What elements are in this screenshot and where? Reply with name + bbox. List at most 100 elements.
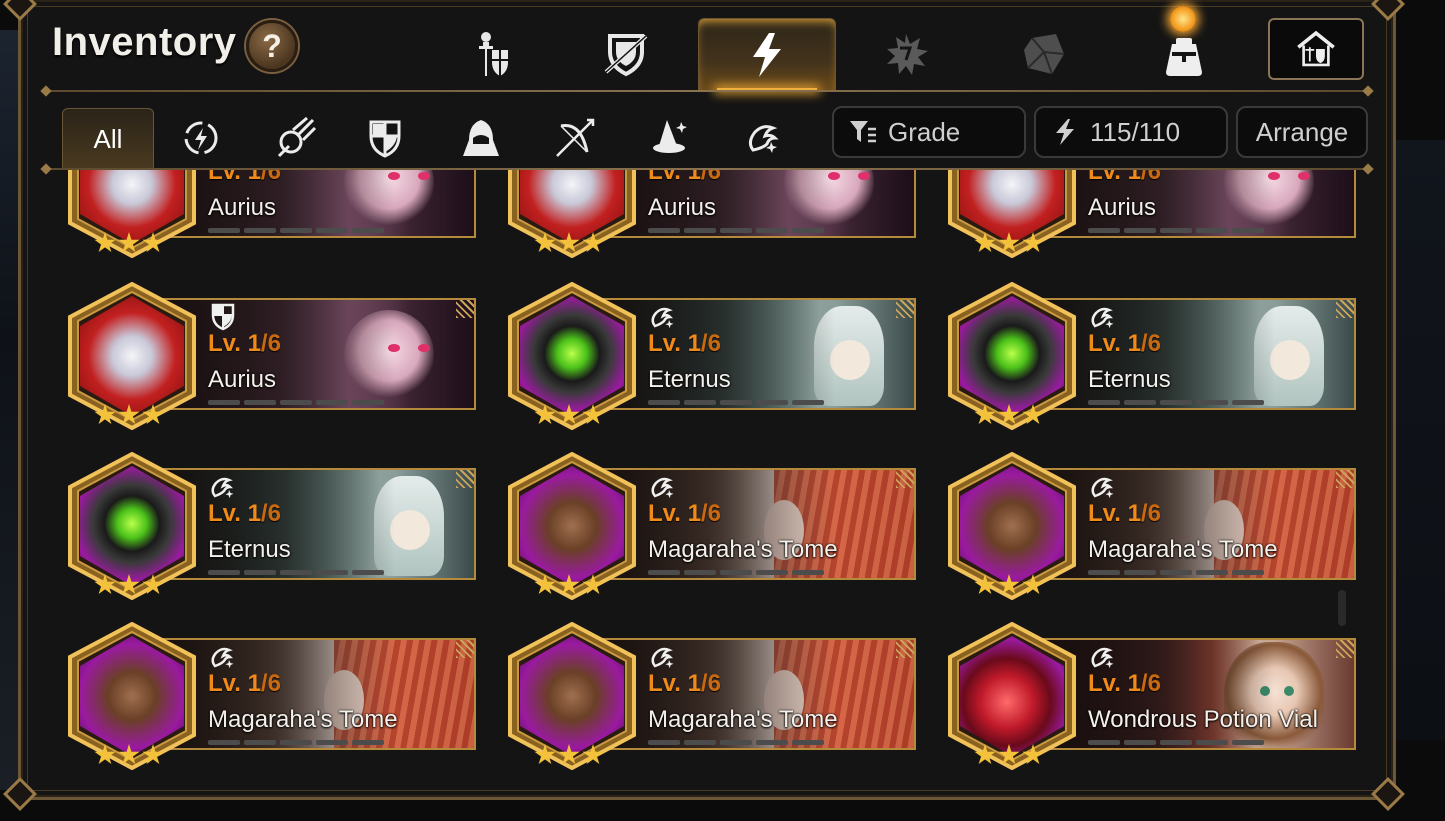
enhance-progress [208, 400, 384, 405]
star-icon [534, 232, 556, 253]
page-title: Inventory [52, 20, 237, 64]
corner-pattern [896, 640, 914, 658]
hand-sparkle-icon [208, 642, 238, 672]
grade-sort-button[interactable]: Grade [832, 106, 1026, 158]
filter-tab-wizard[interactable] [624, 108, 714, 168]
enhance-progress [648, 740, 824, 745]
level-max: /6 [700, 670, 721, 697]
filter-tab-meteor[interactable] [250, 108, 340, 168]
star-rating [974, 744, 1044, 766]
level-max: /6 [1140, 330, 1161, 357]
artifact-card[interactable]: Lv. 1/6 Wondrous Potion Vial [946, 622, 1358, 770]
arrange-button[interactable]: Arrange [1236, 106, 1368, 158]
filter-tab-hand[interactable] [718, 108, 808, 168]
artifact-card[interactable]: Lv. 1/6 Magaraha's Tome [506, 452, 918, 600]
star-icon [1022, 404, 1044, 425]
tab-weapon[interactable] [420, 18, 556, 90]
grade-label: Grade [888, 116, 961, 147]
level-max: /6 [1140, 170, 1161, 185]
star-rating [534, 744, 604, 766]
artifact-level: Lv. 1/6 [1088, 500, 1161, 528]
star-rating [94, 232, 164, 254]
level-value: Lv. 1 [1088, 330, 1141, 357]
level-value: Lv. 1 [648, 330, 701, 357]
wizard-hat-icon [653, 120, 687, 153]
scrollbar-thumb[interactable] [1338, 590, 1346, 626]
hand-sparkle-icon [1088, 642, 1118, 672]
filter-tab-shield[interactable] [340, 108, 430, 168]
star-icon [998, 404, 1020, 425]
storage-house-icon [1297, 30, 1335, 67]
artifact-card[interactable]: Lv. 1/6 Magaraha's Tome [506, 622, 918, 770]
artifact-card[interactable]: Lv. 1/6 Aurius [66, 282, 478, 430]
capacity-display[interactable]: 115/110 [1034, 106, 1228, 158]
star-rating [974, 232, 1044, 254]
filter-tab-label: All [93, 123, 123, 154]
star-icon [974, 232, 996, 253]
enhance-progress [648, 228, 824, 233]
artifact-card[interactable]: Lv. 1/6 Aurius [946, 170, 1358, 258]
enhance-progress [208, 740, 384, 745]
splash-icon [887, 34, 928, 75]
level-max: /6 [260, 330, 281, 357]
background-strip-left [0, 30, 18, 790]
artifact-level: Lv. 1/6 [1088, 170, 1161, 186]
artifact-card[interactable]: Lv. 1/6 Eternus [946, 282, 1358, 430]
star-rating [974, 574, 1044, 596]
star-icon [582, 574, 604, 595]
corner-pattern [1336, 470, 1354, 488]
artifact-list[interactable]: Lv. 1/6 Aurius Lv. 1/6 Aurius Lv. 1/6 Aurius L… [46, 170, 1368, 782]
artifact-name: Magaraha's Tome [648, 536, 838, 563]
star-icon [94, 404, 116, 425]
artifact-level: Lv. 1/6 [208, 500, 281, 528]
artifact-art-band [156, 298, 476, 410]
level-value: Lv. 1 [1088, 500, 1141, 527]
help-button[interactable]: ? [246, 20, 298, 72]
filter-tab-hood[interactable] [436, 108, 526, 168]
level-value: Lv. 1 [208, 330, 261, 357]
enhance-progress [648, 570, 824, 575]
artifact-card[interactable]: Lv. 1/6 Aurius [66, 170, 478, 258]
star-icon [1022, 574, 1044, 595]
tab-consumable[interactable] [976, 18, 1112, 90]
corner-pattern [1336, 300, 1354, 318]
artifact-card[interactable]: Lv. 1/6 Eternus [506, 282, 918, 430]
tab-armor[interactable] [558, 18, 694, 90]
tab-artifact[interactable] [698, 18, 836, 91]
shield-icon [369, 120, 401, 158]
artifact-name: Magaraha's Tome [208, 706, 398, 733]
lightning-icon [753, 33, 781, 77]
enhance-progress [648, 400, 824, 405]
star-icon [94, 744, 116, 765]
hood-icon [463, 120, 499, 156]
hand-sparkle-icon [1088, 302, 1118, 332]
hand-sparkle-icon [748, 125, 779, 153]
artifact-art-band [1036, 298, 1356, 410]
artifact-art-band [156, 468, 476, 580]
corner-pattern [456, 300, 474, 318]
artifact-card[interactable]: Lv. 1/6 Magaraha's Tome [946, 452, 1358, 600]
artifact-card[interactable]: Lv. 1/6 Aurius [506, 170, 918, 258]
enhance-progress [208, 570, 384, 575]
artifact-level: Lv. 1/6 [648, 170, 721, 186]
enhance-progress [1088, 228, 1264, 233]
level-value: Lv. 1 [648, 670, 701, 697]
artifact-name: Aurius [1088, 194, 1157, 221]
star-icon [118, 574, 140, 595]
filter-tab-orbit[interactable] [156, 108, 246, 168]
level-max: /6 [1140, 500, 1161, 527]
storage-button[interactable] [1268, 18, 1364, 80]
filter-tab-all[interactable]: All [62, 108, 154, 169]
star-icon [582, 404, 604, 425]
tab-package[interactable] [1116, 18, 1252, 90]
corner-pattern [896, 470, 914, 488]
star-icon [974, 404, 996, 425]
tab-material[interactable] [838, 18, 974, 90]
artifact-card[interactable]: Lv. 1/6 Eternus [66, 452, 478, 600]
artifact-card[interactable]: Lv. 1/6 Magaraha's Tome [66, 622, 478, 770]
filter-tab-bow[interactable] [530, 108, 620, 168]
shield-icon [208, 302, 238, 332]
star-icon [534, 744, 556, 765]
level-max: /6 [700, 500, 721, 527]
hand-sparkle-icon [648, 642, 678, 672]
